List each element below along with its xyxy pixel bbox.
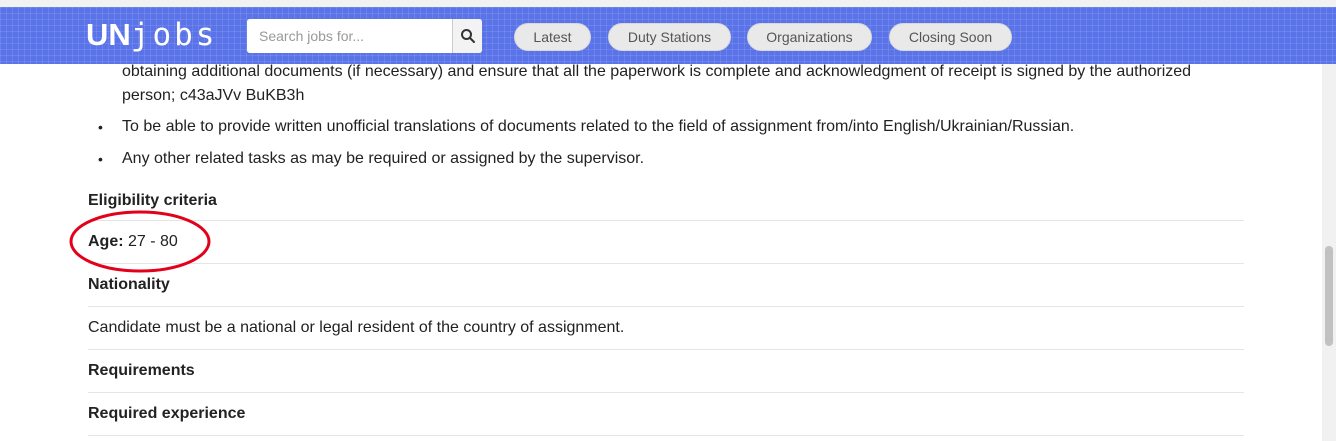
nationality-text: Candidate must be a national or legal re…	[88, 307, 1244, 350]
search-icon	[460, 29, 475, 43]
age-value: 27 - 80	[128, 233, 178, 250]
duties-list: obtaining additional documents (if neces…	[88, 60, 1244, 171]
age-row: Age: 27 - 80	[88, 221, 1244, 264]
age-label: Age:	[88, 233, 124, 250]
duty-text: Any other related tasks as may be requir…	[122, 150, 645, 167]
list-item-continued: obtaining additional documents (if neces…	[88, 60, 1244, 108]
nav-latest[interactable]: Latest	[514, 23, 591, 51]
nav-closing-soon[interactable]: Closing Soon	[889, 23, 1012, 51]
scrollbar-thumb[interactable]	[1325, 246, 1333, 346]
vertical-scrollbar[interactable]	[1322, 64, 1336, 441]
nationality-heading: Nationality	[88, 264, 1244, 307]
site-logo[interactable]: UNjobs	[86, 17, 218, 53]
duty-text: obtaining additional documents (if neces…	[122, 63, 1192, 104]
requirements-heading: Requirements	[88, 350, 1244, 393]
duty-text: To be able to provide written unofficial…	[122, 118, 1075, 135]
list-item: • Any other related tasks as may be requ…	[88, 147, 1244, 171]
search-button[interactable]	[452, 19, 482, 53]
logo-jobs: jobs	[130, 17, 218, 53]
logo-un: UN	[86, 17, 131, 52]
search-box	[247, 19, 482, 53]
job-details: obtaining additional documents (if neces…	[88, 63, 1244, 436]
eligibility-heading: Eligibility criteria	[88, 181, 1244, 221]
required-experience-heading: Required experience	[88, 393, 1244, 436]
bullet-icon: •	[98, 119, 103, 135]
top-nav-bar: UNjobs Latest Duty Stations Organization…	[0, 0, 1336, 64]
nav-duty-stations[interactable]: Duty Stations	[608, 23, 731, 51]
bullet-icon: •	[98, 151, 103, 167]
search-input[interactable]	[247, 19, 452, 53]
nav-organizations[interactable]: Organizations	[747, 23, 872, 51]
list-item: • To be able to provide written unoffici…	[88, 115, 1244, 139]
